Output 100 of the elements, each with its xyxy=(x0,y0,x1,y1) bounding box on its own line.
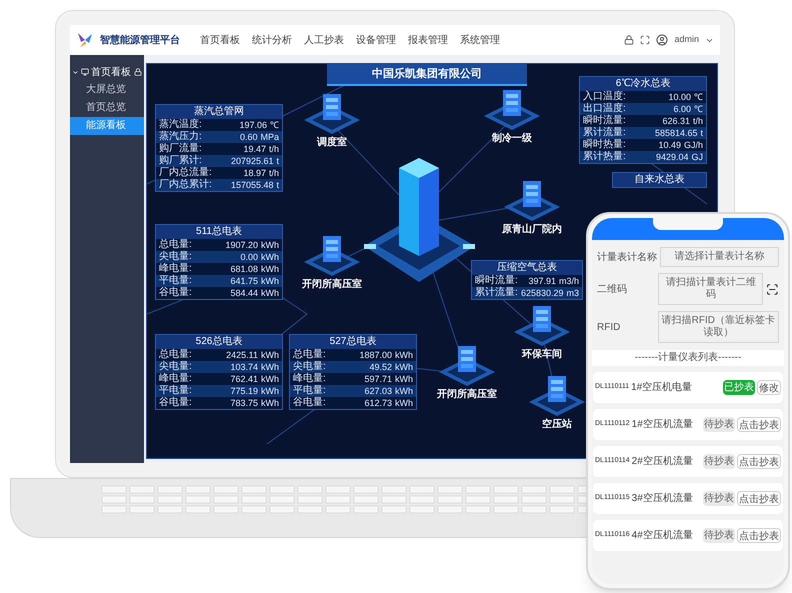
metric-value: 585814.65 xyxy=(654,127,698,139)
sidebar-group-label: 首页看板 xyxy=(91,66,131,80)
metric-value: 584.44 xyxy=(230,287,258,299)
metric-unit: ℃ xyxy=(694,91,703,103)
metric-value: 641.75 xyxy=(230,275,258,287)
metric-unit: kWh xyxy=(395,361,413,373)
metric-value: 627.03 xyxy=(364,385,392,397)
nav-link[interactable]: 首页看板 xyxy=(200,32,240,48)
field-label: 二维码 xyxy=(597,282,628,296)
avatar-icon[interactable] xyxy=(656,34,668,46)
metric-value: 1887.00 xyxy=(359,349,392,361)
action-button[interactable]: 点击抄表 xyxy=(737,417,781,432)
metric-unit: m3/h xyxy=(558,275,579,287)
user-name[interactable]: admin xyxy=(674,33,699,47)
node-label: 环保车间 xyxy=(522,347,562,362)
status-button[interactable]: 待抄表 xyxy=(703,491,735,506)
metric-label: 累计热量: xyxy=(583,151,626,163)
node-label: 空压站 xyxy=(542,418,572,432)
metric-unit: t xyxy=(276,155,279,167)
metric-label: 峰电量: xyxy=(293,373,326,384)
action-button[interactable]: 点击抄表 xyxy=(737,491,781,506)
nav-link[interactable]: 设备管理 xyxy=(356,32,396,48)
metric-value: 597.71 xyxy=(364,373,392,385)
action-button[interactable]: 点击抄表 xyxy=(737,528,781,543)
building-platform-drawing xyxy=(512,304,572,346)
scan-icon[interactable] xyxy=(766,282,779,296)
action-button[interactable]: 点击抄表 xyxy=(737,454,781,469)
metric-unit: m3 xyxy=(566,287,579,299)
building-platform-drawing xyxy=(527,374,587,416)
field-label: 计量表计名称 xyxy=(597,250,657,264)
metric-value: 0.60 xyxy=(240,131,258,143)
meter-name: 1#空压机电量 xyxy=(631,380,692,395)
metric-value: 10.00 xyxy=(668,91,691,103)
metric-unit: kWh xyxy=(261,263,279,275)
metric-value: 397.91 xyxy=(528,275,556,287)
building-platform-drawing xyxy=(502,179,562,221)
metric-unit: kWh xyxy=(395,397,413,409)
metric-label: 总电量: xyxy=(159,349,192,360)
metric-unit: kWh xyxy=(395,385,413,397)
metric-unit: kWh xyxy=(261,361,279,373)
metric-unit: kWh xyxy=(395,373,413,385)
status-button[interactable]: 待抄表 xyxy=(703,454,735,469)
panel-title: 压缩空气总表 xyxy=(472,261,582,275)
metric-label: 平电量: xyxy=(159,385,192,396)
metric-label: 购厂流量: xyxy=(159,143,202,154)
metric-unit: MPa xyxy=(260,131,279,143)
metric-unit: t xyxy=(700,127,703,139)
nav-link[interactable]: 统计分析 xyxy=(252,32,292,48)
metric-unit: kWh xyxy=(261,239,279,251)
nav-link[interactable]: 系统管理 xyxy=(460,32,500,48)
lock-icon[interactable] xyxy=(624,35,634,45)
input-field[interactable]: 请扫描RFID（靠近标签卡读取） xyxy=(658,311,779,343)
metric-value: 10.49 xyxy=(658,139,681,151)
building-platform-drawing xyxy=(302,234,362,276)
nav-link[interactable]: 报表管理 xyxy=(408,32,448,48)
metric-label: 蒸汽温度: xyxy=(159,119,202,130)
metric-value: 783.75 xyxy=(230,397,258,409)
metric-unit: t/h xyxy=(692,115,703,127)
field-label: RFID xyxy=(597,320,622,334)
sidebar-item[interactable]: 大屏总览 xyxy=(70,81,144,99)
metric-label: 蒸汽压力: xyxy=(159,131,202,142)
fullscreen-icon[interactable] xyxy=(640,35,650,45)
panel-title: 526总电表 xyxy=(156,335,282,349)
input-field[interactable]: 请扫描计量表计二维码 xyxy=(658,273,764,305)
metric-value: 775.19 xyxy=(230,385,258,397)
metric-label: 出口温度: xyxy=(583,103,626,114)
metric-label: 厂内总累计: xyxy=(159,179,212,191)
panel-title: 蒸汽总管网 xyxy=(156,105,282,119)
building-platform-drawing xyxy=(302,92,362,134)
metric-unit: t/h xyxy=(268,167,279,179)
metric-unit: kWh xyxy=(395,349,413,361)
metric-value: 612.73 xyxy=(364,397,392,409)
monitor-icon xyxy=(81,68,89,76)
lock-icon xyxy=(134,68,142,76)
metric-unit: kWh xyxy=(261,287,279,299)
metric-unit: kWh xyxy=(261,251,279,263)
panel-title: 511总电表 xyxy=(156,225,282,239)
action-button[interactable]: 修改 xyxy=(757,380,781,395)
metric-label: 平电量: xyxy=(159,275,192,286)
metric-value: 681.08 xyxy=(230,263,258,275)
input-field[interactable]: 请选择计量表计名称 xyxy=(660,247,779,267)
metric-label: 瞬时流量: xyxy=(583,115,626,126)
metric-value: 762.41 xyxy=(230,373,258,385)
meter-name: 4#空压机流量 xyxy=(632,528,693,543)
nav-link[interactable]: 人工抄表 xyxy=(304,32,344,48)
meter-name: 3#空压机流量 xyxy=(632,492,693,506)
metric-label: 尖电量: xyxy=(159,361,192,372)
meter-name: 1#空压机流量 xyxy=(632,418,693,432)
metric-label: 平电量: xyxy=(293,385,326,396)
sidebar-group[interactable]: 首页看板 xyxy=(70,63,144,81)
metric-label: 谷电量: xyxy=(159,287,192,299)
status-button[interactable]: 待抄表 xyxy=(703,528,735,543)
meter-name: 2#空压机流量 xyxy=(632,454,693,469)
metric-unit: t/h xyxy=(268,143,279,155)
butterfly-logo-icon xyxy=(76,31,94,49)
metric-label: 瞬时流量: xyxy=(475,275,518,286)
node-label: 调度室 xyxy=(317,135,347,150)
sidebar-item[interactable]: 首页总览 xyxy=(70,99,144,117)
status-button[interactable]: 待抄表 xyxy=(703,417,735,432)
metric-value: 625830.29 xyxy=(520,287,564,299)
